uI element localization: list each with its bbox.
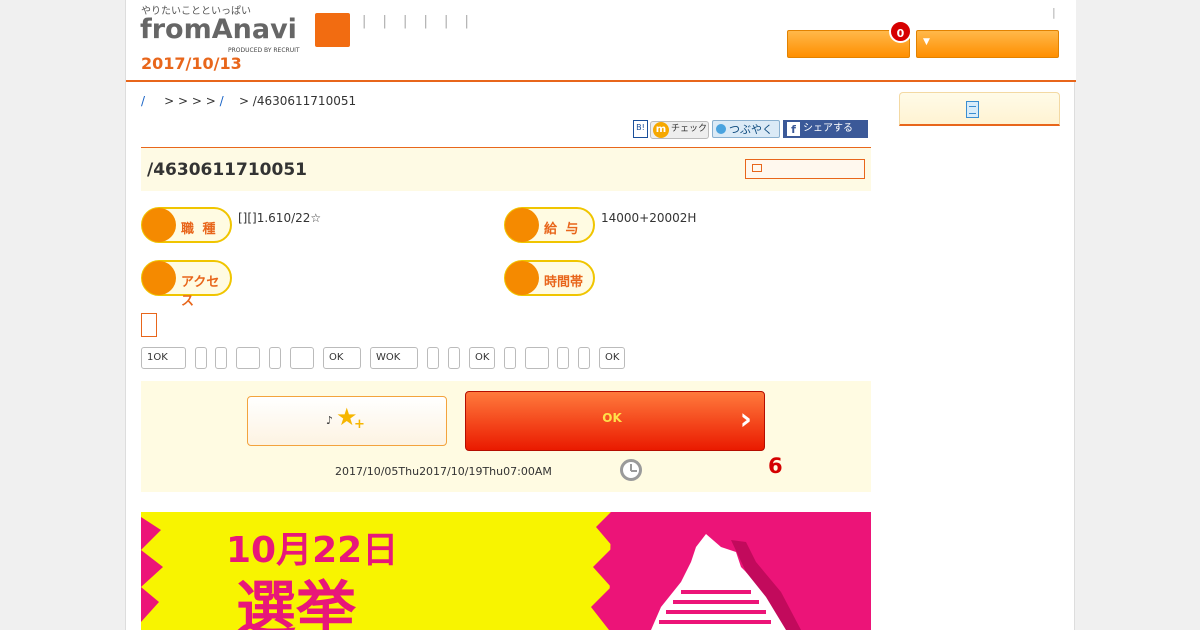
salary-value: 14000+20002H — [601, 211, 697, 225]
shirt-icon — [142, 208, 176, 242]
feature-tag — [290, 347, 314, 369]
time-label: 時間帯 — [544, 275, 584, 290]
election-banner[interactable]: 10月22日 選挙 — [141, 512, 871, 630]
keep-count-badge: 0 — [889, 20, 912, 43]
access-label: アクセス — [181, 275, 220, 309]
facebook-share-label: シェアする — [803, 123, 853, 134]
apply-button[interactable]: OK › — [465, 391, 765, 451]
facebook-share-button[interactable]: f シェアする — [783, 120, 868, 138]
feature-tag: WOK — [370, 347, 418, 369]
train-icon — [142, 261, 176, 295]
feature-tag: 1OK — [141, 347, 186, 369]
open-window-button[interactable] — [745, 159, 865, 179]
occupation-value: [][]1.610/22☆ — [238, 211, 322, 225]
mixi-check-label: チェック — [671, 124, 708, 134]
feature-tag: OK — [599, 347, 625, 369]
side-panel-tab[interactable] — [899, 92, 1060, 126]
feature-tag — [557, 347, 569, 369]
feature-tag — [236, 347, 260, 369]
feature-tag — [525, 347, 549, 369]
facebook-icon: f — [787, 122, 800, 136]
yen-icon — [505, 208, 539, 242]
feature-tag — [448, 347, 460, 369]
banner-bottom-text: 選挙 — [236, 575, 356, 630]
header: やりたいことといっぱい fromAnavi PRODUCED BY RECRUI… — [126, 0, 1076, 82]
time-pill: 時間帯 — [504, 260, 595, 296]
header-nav-links[interactable]: | | | | | | — [362, 14, 475, 29]
add-favorite-button[interactable]: ♪ ★ + — [247, 396, 447, 446]
chevron-down-icon: ▼ — [923, 37, 930, 47]
feature-tag: OK — [323, 347, 361, 369]
apply-area: ♪ ★ + OK › 2017/10/05Thu2017/10/19Thu07:… — [141, 381, 871, 492]
tweet-button[interactable]: つぶやく — [712, 120, 780, 138]
menu-dropdown-button[interactable]: ▼ — [916, 30, 1059, 58]
music-note-icon: ♪ — [326, 414, 334, 427]
banner-date: 10月22日 — [226, 530, 398, 571]
job-title: /4630611710051 — [147, 160, 307, 180]
produced-by-recruit: PRODUCED BY RECRUIT — [228, 47, 300, 54]
page: やりたいことといっぱい fromAnavi PRODUCED BY RECRUI… — [125, 0, 1076, 630]
clock-icon — [620, 459, 642, 481]
logo[interactable]: fromAnavi — [140, 14, 297, 45]
mixi-check-button[interactable]: m チェック — [650, 121, 709, 139]
breadcrumb-link[interactable]: / — [220, 94, 224, 108]
document-icon — [966, 101, 979, 118]
feature-tag — [195, 347, 207, 369]
feature-tag: OK — [469, 347, 495, 369]
occupation-pill: 職 種 — [141, 207, 232, 243]
apply-button-label: OK — [602, 411, 622, 425]
breadcrumb-separators: > > > > — [164, 94, 216, 108]
header-separator: | — [1052, 6, 1056, 19]
breadcrumb-current: > /4630611710051 — [238, 94, 357, 108]
outlined-marker — [141, 313, 157, 337]
feature-tag — [269, 347, 281, 369]
brand-square-icon[interactable] — [315, 13, 350, 47]
posting-period: 2017/10/05Thu2017/10/19Thu07:00AM — [335, 465, 552, 478]
days-remaining: 6 — [768, 454, 783, 478]
mixi-icon: m — [653, 122, 669, 138]
breadcrumb: / > > > > / > /4630611710051 — [141, 94, 356, 108]
hatena-bookmark-icon[interactable]: B! — [633, 120, 648, 138]
feature-tag — [504, 347, 516, 369]
feature-tag — [427, 347, 439, 369]
job-title-bar: /4630611710051 — [141, 147, 871, 191]
twitter-bird-icon — [716, 124, 726, 134]
occupation-label: 職 種 — [181, 222, 218, 237]
feature-tag — [215, 347, 227, 369]
tweet-label: つぶやく — [729, 123, 773, 136]
salary-label: 給 与 — [544, 222, 581, 237]
new-window-icon — [752, 164, 762, 172]
chevron-right-icon: › — [739, 402, 752, 437]
feature-tag — [578, 347, 590, 369]
plus-icon: + — [354, 417, 365, 432]
salary-pill: 給 与 — [504, 207, 595, 243]
banner-graphic: 10月22日 選挙 — [141, 512, 871, 630]
clock-arrow-icon — [505, 261, 539, 295]
current-date: 2017/10/13 — [141, 54, 242, 73]
access-pill: アクセス — [141, 260, 232, 309]
breadcrumb-home-link[interactable]: / — [141, 94, 145, 108]
